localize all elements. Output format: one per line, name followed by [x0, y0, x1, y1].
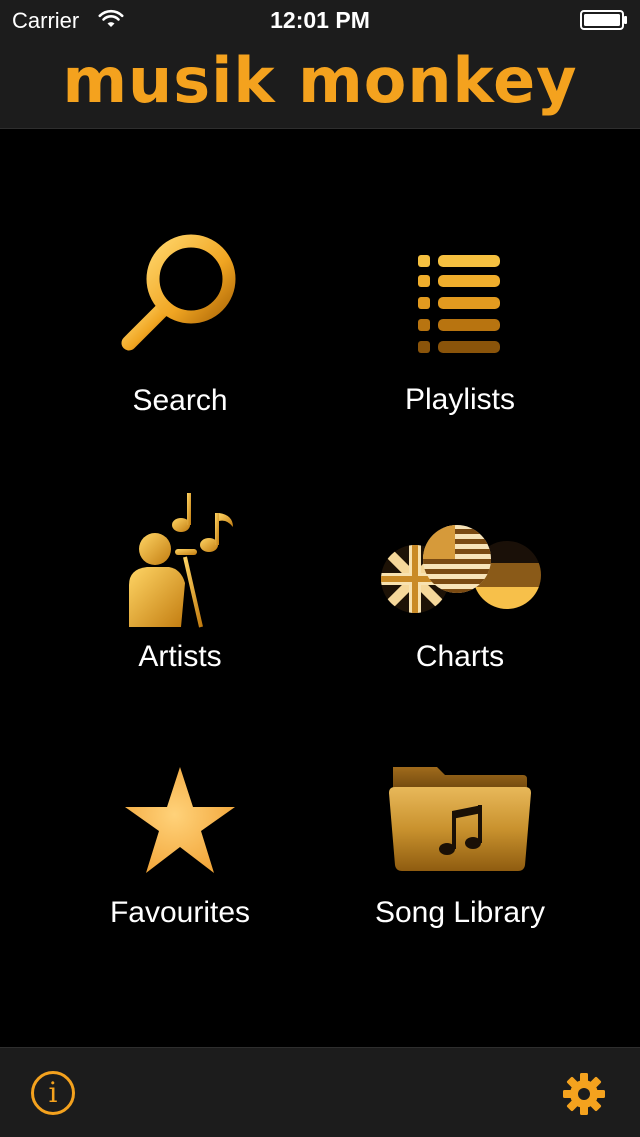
list-icon — [418, 255, 500, 353]
menu-item-playlists[interactable]: Playlists — [300, 229, 620, 485]
menu-item-artists[interactable]: Artists — [20, 485, 340, 741]
menu-label-song-library: Song Library — [374, 896, 546, 929]
status-time: 12:01 PM — [270, 7, 370, 33]
info-button[interactable]: i — [31, 1071, 75, 1115]
menu-item-search[interactable]: Search — [20, 229, 340, 485]
title-bar: musik monkey — [0, 40, 640, 129]
star-icon — [125, 767, 235, 873]
menu-item-favourites[interactable]: Favourites — [20, 741, 340, 997]
menu-label-charts: Charts — [415, 640, 505, 673]
gear-icon[interactable] — [562, 1072, 606, 1116]
menu-label-favourites: Favourites — [109, 896, 251, 929]
magnifier-icon — [121, 234, 236, 351]
flags-icon — [381, 525, 541, 613]
singer-icon — [129, 493, 233, 628]
menu-label-search: Search — [132, 384, 228, 417]
menu-label-playlists: Playlists — [404, 383, 516, 416]
app-title: musik monkey — [62, 44, 578, 117]
music-folder-icon — [389, 767, 531, 871]
battery-icon — [580, 10, 627, 30]
bottom-toolbar: i — [0, 1047, 640, 1137]
menu-item-song-library[interactable]: Song Library — [300, 741, 620, 997]
status-bar: Carrier 12:01 PM — [0, 0, 640, 40]
menu-item-charts[interactable]: Charts — [300, 485, 620, 741]
menu-label-artists: Artists — [138, 640, 222, 673]
main-menu-grid: Search Playlists Artists Charts Favourit… — [0, 129, 640, 1047]
